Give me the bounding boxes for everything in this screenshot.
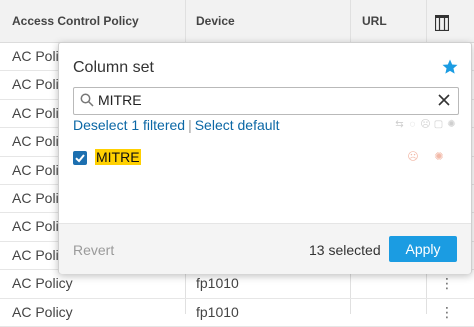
- search-input[interactable]: [98, 90, 418, 110]
- intrusion-icon[interactable]: ◌: [407, 119, 418, 131]
- column-header-url[interactable]: URL: [362, 0, 387, 42]
- security-icon[interactable]: ☹: [420, 119, 431, 131]
- star-icon[interactable]: [441, 58, 459, 76]
- filter-links: Deselect 1 filtered | Select default: [73, 117, 280, 133]
- revert-button[interactable]: Revert: [73, 242, 114, 258]
- security-icon: ☹: [407, 151, 419, 163]
- cell-device: fp1010: [196, 275, 239, 292]
- apply-button[interactable]: Apply: [389, 236, 457, 262]
- search-icon: [80, 93, 94, 107]
- column-option-label: MITRE: [95, 149, 141, 165]
- malware-icon[interactable]: ✺: [446, 119, 457, 131]
- selected-count: 13 selected: [309, 242, 381, 258]
- category-filter-icons: ⇆ ◌ ☹ ▢ ✺: [394, 119, 457, 131]
- clear-icon[interactable]: [436, 92, 452, 108]
- popover-title: Column set: [73, 59, 154, 76]
- kebab-icon[interactable]: ⋮: [440, 270, 454, 297]
- deselect-filtered-link[interactable]: Deselect 1 filtered: [73, 117, 185, 133]
- column-header-policy[interactable]: Access Control Policy: [12, 0, 139, 42]
- malware-icon: ✺: [434, 151, 444, 163]
- cell-device: fp1010: [196, 303, 239, 320]
- column-set-popover: Column set Deselect 1 filtered|Select de…: [58, 42, 472, 274]
- column-search: [73, 87, 459, 115]
- column-chooser-icon[interactable]: [432, 12, 452, 34]
- kebab-icon[interactable]: ⋮: [440, 299, 454, 326]
- popover-footer: Revert 13 selected Apply: [59, 223, 471, 274]
- cell-policy: AC Policy: [12, 275, 73, 292]
- cell-policy: AC Policy: [12, 303, 73, 320]
- table-row[interactable]: AC Policy fp1010 ⋮: [0, 270, 474, 299]
- table-row[interactable]: AC Policy fp1010 ⋮: [0, 299, 474, 327]
- table-header: Access Control Policy Device URL: [0, 0, 474, 43]
- connection-icon[interactable]: ⇆: [394, 119, 405, 131]
- column-category-icons: ☹ ✺: [407, 151, 445, 163]
- column-option-mitre[interactable]: MITRE ☹ ✺: [73, 147, 457, 169]
- link-separator: |: [188, 117, 192, 133]
- select-default-link[interactable]: Select default: [195, 117, 280, 133]
- column-header-device[interactable]: Device: [196, 0, 235, 42]
- file-icon[interactable]: ▢: [433, 119, 444, 131]
- checkbox-checked-icon[interactable]: [73, 151, 87, 165]
